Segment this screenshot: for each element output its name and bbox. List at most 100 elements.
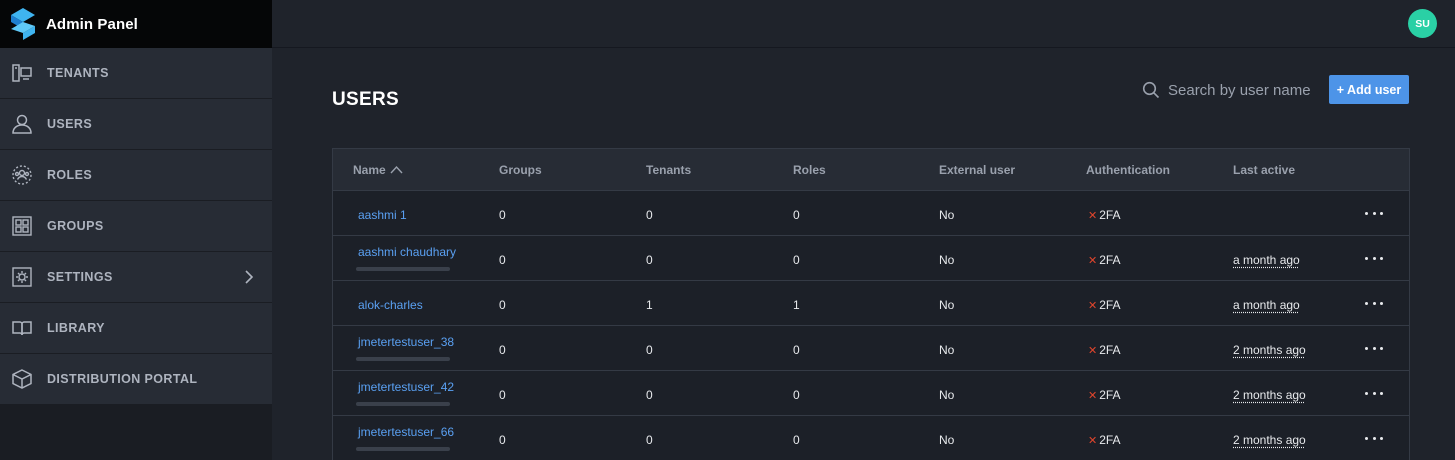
top-bar: SU [272, 0, 1455, 48]
table-row: jmetertestuser_38 0 0 0 No ✕ 2FA 2 months… [333, 326, 1409, 371]
search-box [1142, 78, 1317, 102]
column-header-authentication: Authentication [1086, 163, 1170, 177]
external-user-value: No [939, 253, 954, 267]
sidebar-item-roles[interactable]: ROLES [0, 150, 272, 201]
sidebar-item-label: ROLES [47, 168, 92, 182]
sidebar-nav: TENANTS USERS ROLES GROUPS SETTINGS LIBR… [0, 48, 272, 405]
tenants-count: 0 [646, 433, 653, 447]
column-header-tenants: Tenants [646, 163, 691, 177]
auth-status: ✕ 2FA [1088, 208, 1121, 222]
brand-header[interactable]: Admin Panel [0, 0, 272, 48]
sidebar-item-label: SETTINGS [47, 270, 113, 284]
sidebar-item-label: TENANTS [47, 66, 109, 80]
roles-count: 0 [793, 343, 800, 357]
gear-icon [11, 266, 33, 288]
tenants-count: 0 [646, 253, 653, 267]
book-icon [11, 317, 33, 339]
table-row: aashmi 1 0 0 0 No ✕ 2FA [333, 191, 1409, 236]
user-name-link[interactable]: alok-charles [358, 298, 423, 312]
auth-status: ✕ 2FA [1088, 253, 1121, 267]
last-active-value: 2 months ago [1233, 433, 1306, 447]
roles-count: 1 [793, 298, 800, 312]
sidebar-item-label: USERS [47, 117, 92, 131]
groups-count: 0 [499, 298, 506, 312]
app-title: Admin Panel [46, 16, 138, 33]
name-placeholder-bar [356, 402, 450, 406]
tenants-count: 0 [646, 343, 653, 357]
close-icon: ✕ [1088, 210, 1097, 222]
groups-count: 0 [499, 253, 506, 267]
sidebar-item-settings[interactable]: SETTINGS [0, 252, 272, 303]
page-title: USERS [332, 89, 399, 111]
table-row: alok-charles 0 1 1 No ✕ 2FA a month ago [333, 281, 1409, 326]
column-header-roles: Roles [793, 163, 826, 177]
auth-status: ✕ 2FA [1088, 388, 1121, 402]
groups-count: 0 [499, 433, 506, 447]
app-logo-icon [10, 7, 36, 41]
groups-count: 0 [499, 388, 506, 402]
row-actions-menu-icon[interactable] [1365, 386, 1383, 400]
close-icon: ✕ [1088, 345, 1097, 357]
table-row: jmetertestuser_66 0 0 0 No ✕ 2FA 2 months… [333, 416, 1409, 460]
sidebar-item-groups[interactable]: GROUPS [0, 201, 272, 252]
sidebar-item-tenants[interactable]: TENANTS [0, 48, 272, 99]
auth-status: ✕ 2FA [1088, 343, 1121, 357]
row-actions-menu-icon[interactable] [1365, 251, 1383, 265]
roles-count: 0 [793, 208, 800, 222]
column-header-last-active: Last active [1233, 163, 1295, 177]
name-placeholder-bar [356, 267, 450, 271]
roles-icon [11, 164, 33, 186]
sidebar-item-label: LIBRARY [47, 321, 105, 335]
sidebar-item-distribution-portal[interactable]: DISTRIBUTION PORTAL [0, 354, 272, 405]
groups-icon [11, 215, 33, 237]
cube-icon [11, 368, 33, 390]
auth-status: ✕ 2FA [1088, 298, 1121, 312]
name-placeholder-bar [356, 447, 450, 451]
user-name-link[interactable]: jmetertestuser_42 [358, 380, 454, 394]
tenants-icon [11, 62, 33, 84]
external-user-value: No [939, 343, 954, 357]
external-user-value: No [939, 433, 954, 447]
sort-ascending-icon [390, 165, 403, 174]
avatar[interactable]: SU [1408, 9, 1437, 38]
close-icon: ✕ [1088, 255, 1097, 267]
tenants-count: 1 [646, 298, 653, 312]
groups-count: 0 [499, 208, 506, 222]
column-header-name[interactable]: Name [353, 163, 403, 177]
chevron-right-icon [244, 269, 254, 285]
groups-count: 0 [499, 343, 506, 357]
sidebar-item-library[interactable]: LIBRARY [0, 303, 272, 354]
row-actions-menu-icon[interactable] [1365, 431, 1383, 445]
user-icon [11, 113, 33, 135]
sidebar-item-label: DISTRIBUTION PORTAL [47, 372, 197, 386]
search-icon [1142, 81, 1160, 99]
users-table: Name Groups Tenants Roles External user … [332, 148, 1410, 460]
roles-count: 0 [793, 388, 800, 402]
tenants-count: 0 [646, 388, 653, 402]
last-active-value: 2 months ago [1233, 388, 1306, 402]
tenants-count: 0 [646, 208, 653, 222]
external-user-value: No [939, 208, 954, 222]
roles-count: 0 [793, 253, 800, 267]
row-actions-menu-icon[interactable] [1365, 206, 1383, 220]
column-header-external-user: External user [939, 163, 1015, 177]
external-user-value: No [939, 298, 954, 312]
close-icon: ✕ [1088, 390, 1097, 402]
last-active-value: a month ago [1233, 253, 1300, 267]
user-name-link[interactable]: aashmi 1 [358, 208, 407, 222]
add-user-button[interactable]: + Add user [1329, 75, 1409, 104]
sidebar: Admin Panel TENANTS USERS ROLES GROUPS S… [0, 0, 272, 460]
search-input[interactable] [1168, 82, 1313, 99]
table-row: jmetertestuser_42 0 0 0 No ✕ 2FA 2 months… [333, 371, 1409, 416]
user-name-link[interactable]: jmetertestuser_38 [358, 335, 454, 349]
row-actions-menu-icon[interactable] [1365, 341, 1383, 355]
sidebar-item-users[interactable]: USERS [0, 99, 272, 150]
user-name-link[interactable]: jmetertestuser_66 [358, 425, 454, 439]
user-name-link[interactable]: aashmi chaudhary [358, 245, 456, 259]
close-icon: ✕ [1088, 300, 1097, 312]
sidebar-item-label: GROUPS [47, 219, 104, 233]
row-actions-menu-icon[interactable] [1365, 296, 1383, 310]
auth-status: ✕ 2FA [1088, 433, 1121, 447]
last-active-value: 2 months ago [1233, 343, 1306, 357]
table-row: aashmi chaudhary 0 0 0 No ✕ 2FA a month a… [333, 236, 1409, 281]
